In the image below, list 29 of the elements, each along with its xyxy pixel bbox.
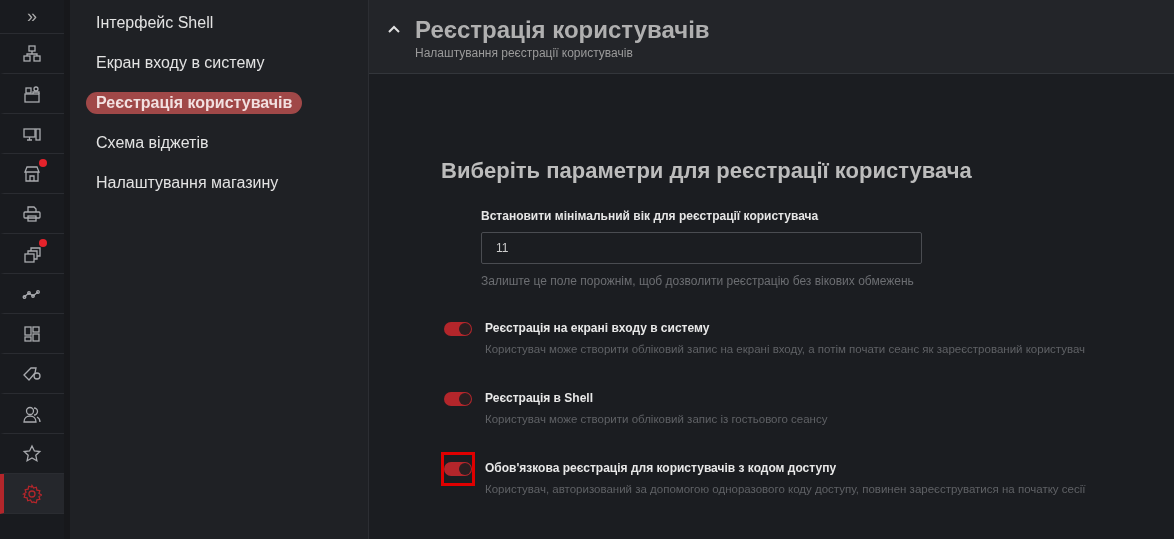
section-subtitle: Налаштування реєстрації користувачів	[415, 46, 634, 60]
toggle-switch[interactable]	[444, 322, 472, 336]
printer-icon	[22, 203, 42, 224]
submenu-item[interactable]: Екран входу в систему	[86, 52, 275, 74]
option-description: Користувач може створити обліковий запис на екрані входу, а потім почати сеанс як зареєстрований користувач	[485, 343, 1086, 355]
toggle-switch[interactable]	[444, 462, 472, 476]
field-hint: Залиште це поле порожнім, щоб дозволити реєстрацію без вікових обмежень	[481, 274, 915, 288]
page-heading: Виберіть параметри для реєстрації користувача	[441, 158, 973, 184]
grid-icon	[22, 323, 42, 344]
age-input[interactable]: 11	[481, 232, 922, 264]
expand-button[interactable]: »	[0, 0, 64, 34]
settings-icon	[22, 483, 42, 504]
option-label: Обов'язкова реєстрація для користувачів з кодом доступу	[485, 461, 838, 475]
option-label: Реєстрація в Shell	[485, 391, 594, 405]
toggle-switch[interactable]	[444, 392, 472, 406]
submenu-item[interactable]: Схема віджетів	[86, 132, 219, 154]
section-title: Реєстрація користувачів	[415, 16, 710, 44]
network-icon	[22, 43, 42, 64]
submenu-item[interactable]: Реєстрація користувачів	[86, 92, 303, 114]
field-label: Встановити мінімальний вік для реєстрації користувача	[481, 209, 820, 223]
store-icon	[22, 163, 42, 184]
star-icon	[22, 443, 42, 464]
option-description: Користувач, авторизований за допомогою одноразового коду доступу, повинен зареєструватися на початку сесії	[485, 483, 1086, 495]
submenu-item[interactable]: Інтерфейс Shell	[86, 12, 224, 34]
sidebar-item[interactable]	[0, 474, 64, 514]
collapse-icon[interactable]	[387, 24, 401, 34]
submenu-item[interactable]: Налаштування магазину	[86, 172, 289, 194]
option-label: Реєстрація на екрані входу в систему	[485, 321, 711, 335]
option-description: Користувач може створити обліковий запис із гостьового сеансу	[485, 413, 828, 425]
